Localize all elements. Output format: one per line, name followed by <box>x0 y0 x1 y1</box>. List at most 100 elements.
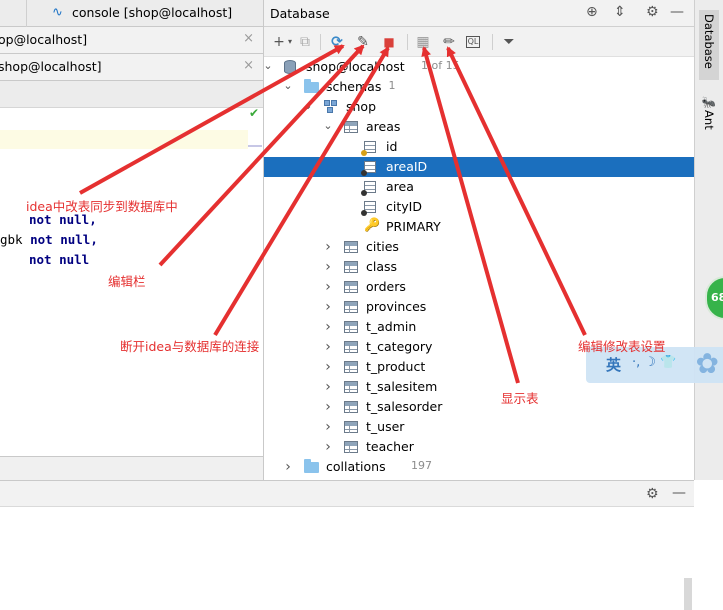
refresh-icon[interactable]: ⟳ <box>328 33 346 51</box>
chevron-right-icon[interactable]: › <box>322 339 334 355</box>
bottom-panel-header: ⚙ — <box>0 480 694 507</box>
chevron-right-icon[interactable]: › <box>322 439 334 455</box>
edit-icon[interactable]: ✏ <box>440 33 458 51</box>
tree-node[interactable]: › class <box>264 257 694 277</box>
tree-node[interactable]: ⌄ schemas 1 <box>264 77 694 97</box>
tool-window-strip: Database 🐜Ant <box>694 0 723 480</box>
database-tree: ⌄ shop@localhost 1 of 15 ⌄ schemas 1 ⌄ shop ⌄ are… <box>264 57 694 480</box>
tree-node[interactable]: › t_user <box>264 417 694 437</box>
table-icon <box>344 241 358 253</box>
console-icon: ∿ <box>52 5 63 20</box>
column-icon <box>361 201 376 216</box>
table-icon <box>344 121 358 133</box>
tree-node[interactable]: › provinces <box>264 297 694 317</box>
tree-node[interactable]: › orders <box>264 277 694 297</box>
code-line-3[interactable]: not null <box>29 252 89 267</box>
tree-node[interactable]: › cities <box>264 237 694 257</box>
chevron-right-icon[interactable]: › <box>322 359 334 375</box>
tree-node[interactable]: ⌄ areas <box>264 117 694 137</box>
table-icon <box>344 261 358 273</box>
ime-logo-icon: ✿ <box>695 347 719 380</box>
tab-shop-2[interactable]: shop@localhost] × <box>0 54 264 81</box>
table-icon <box>344 361 358 373</box>
copy-icon[interactable]: ⧉ <box>296 33 314 51</box>
tree-node[interactable]: cityID <box>264 197 694 217</box>
code-line-2[interactable]: gbk not null, <box>0 232 98 247</box>
tree-node-label: shop@localhost <box>306 59 405 74</box>
tree-node[interactable]: › t_admin <box>264 317 694 337</box>
chevron-right-icon[interactable]: › <box>282 459 294 475</box>
collapse-icon[interactable]: ⇕ <box>614 4 626 20</box>
scrollbar[interactable] <box>684 578 692 610</box>
tree-node-label: t_admin <box>366 319 417 334</box>
tree-node-label: area <box>386 179 414 194</box>
tree-node[interactable]: 🔑 PRIMARY <box>264 217 694 237</box>
toolbar-separator <box>492 34 493 50</box>
check-icon: ✔ <box>249 106 260 120</box>
ant-icon: 🐜 <box>702 96 716 111</box>
tree-node-label: schemas <box>326 79 382 94</box>
ime-symbols[interactable]: ·, ☽ 👕 <box>632 355 676 370</box>
table-view-icon[interactable]: ▦ <box>414 33 432 51</box>
stop-icon[interactable]: ■ <box>380 33 398 51</box>
chevron-down-icon[interactable]: ⌄ <box>264 59 274 72</box>
chevron-right-icon[interactable]: › <box>322 319 334 335</box>
sql-console-icon[interactable]: QL <box>466 36 480 48</box>
database-toolbar: + ▾ ⧉ ⟳ ✎ ■ ▦ ✏ QL ⏷ <box>264 27 694 57</box>
database-panel-header: Database ⊕ ⇕ ⚙ — <box>264 0 694 27</box>
current-line-highlight <box>0 130 248 149</box>
gear-icon[interactable]: ⚙ <box>646 486 659 502</box>
tree-node-label: shop <box>346 99 377 114</box>
tree-node[interactable]: ⌄ shop@localhost 1 of 15 <box>264 57 694 77</box>
chevron-right-icon[interactable]: › <box>322 279 334 295</box>
tab-console[interactable]: ∿ console [shop@localhost] <box>0 0 264 27</box>
chevron-right-icon[interactable]: › <box>322 239 334 255</box>
gutter-marker <box>248 145 262 147</box>
code-text: gbk <box>0 232 31 247</box>
tab-separator <box>26 0 27 27</box>
chevron-right-icon[interactable]: › <box>322 419 334 435</box>
minimize-icon[interactable]: — <box>672 485 686 501</box>
editor-pane: ∿ console [shop@localhost] op@localhost]… <box>0 0 264 480</box>
target-icon[interactable]: ⊕ <box>586 4 598 20</box>
schema-icon <box>324 100 338 114</box>
tree-node[interactable]: ⌄ shop <box>264 97 694 117</box>
tree-node-label: t_user <box>366 419 405 434</box>
tree-node[interactable]: › t_salesorder <box>264 397 694 417</box>
table-icon <box>344 281 358 293</box>
filter-icon[interactable]: ⏷ <box>500 33 518 51</box>
tree-node[interactable]: › collations 197 <box>264 457 694 477</box>
chevron-down-icon[interactable]: ⌄ <box>282 79 294 92</box>
table-icon <box>344 321 358 333</box>
tab-shop-2-label: shop@localhost] <box>0 59 102 74</box>
gear-icon[interactable]: ⚙ <box>646 4 659 20</box>
chevron-right-icon[interactable]: › <box>322 399 334 415</box>
ime-language[interactable]: 英 <box>606 354 621 375</box>
tab-console-label: console [shop@localhost] <box>72 5 233 20</box>
chevron-down-icon[interactable]: ⌄ <box>302 99 314 112</box>
chevron-right-icon[interactable]: › <box>322 299 334 315</box>
database-icon <box>284 60 296 74</box>
datasource-properties-icon[interactable]: ✎ <box>354 33 372 51</box>
tool-window-database-tab[interactable]: Database <box>699 10 719 80</box>
tree-node[interactable]: area <box>264 177 694 197</box>
close-icon[interactable]: × <box>243 58 254 73</box>
table-icon <box>344 441 358 453</box>
chevron-right-icon[interactable]: › <box>322 379 334 395</box>
tree-node[interactable]: id <box>264 137 694 157</box>
folder-icon <box>304 79 319 93</box>
chevron-down-icon[interactable]: ⌄ <box>322 119 334 132</box>
annotation-disconnect: 断开idea与数据库的连接 <box>120 339 260 354</box>
tool-window-ant-tab[interactable]: 🐜Ant <box>699 92 719 134</box>
tab-shop-1[interactable]: op@localhost] × <box>0 27 264 54</box>
close-icon[interactable]: × <box>243 31 254 46</box>
tree-node[interactable]: areaID <box>264 157 694 177</box>
tree-node-label: orders <box>366 279 406 294</box>
editor-status-strip <box>0 456 264 480</box>
minimize-icon[interactable]: — <box>670 4 684 20</box>
tree-node-label: areas <box>366 119 401 134</box>
tree-node[interactable]: › teacher <box>264 437 694 457</box>
annotation-edit-bar: 编辑栏 <box>108 274 146 289</box>
tree-node-label: class <box>366 259 398 274</box>
chevron-right-icon[interactable]: › <box>322 259 334 275</box>
